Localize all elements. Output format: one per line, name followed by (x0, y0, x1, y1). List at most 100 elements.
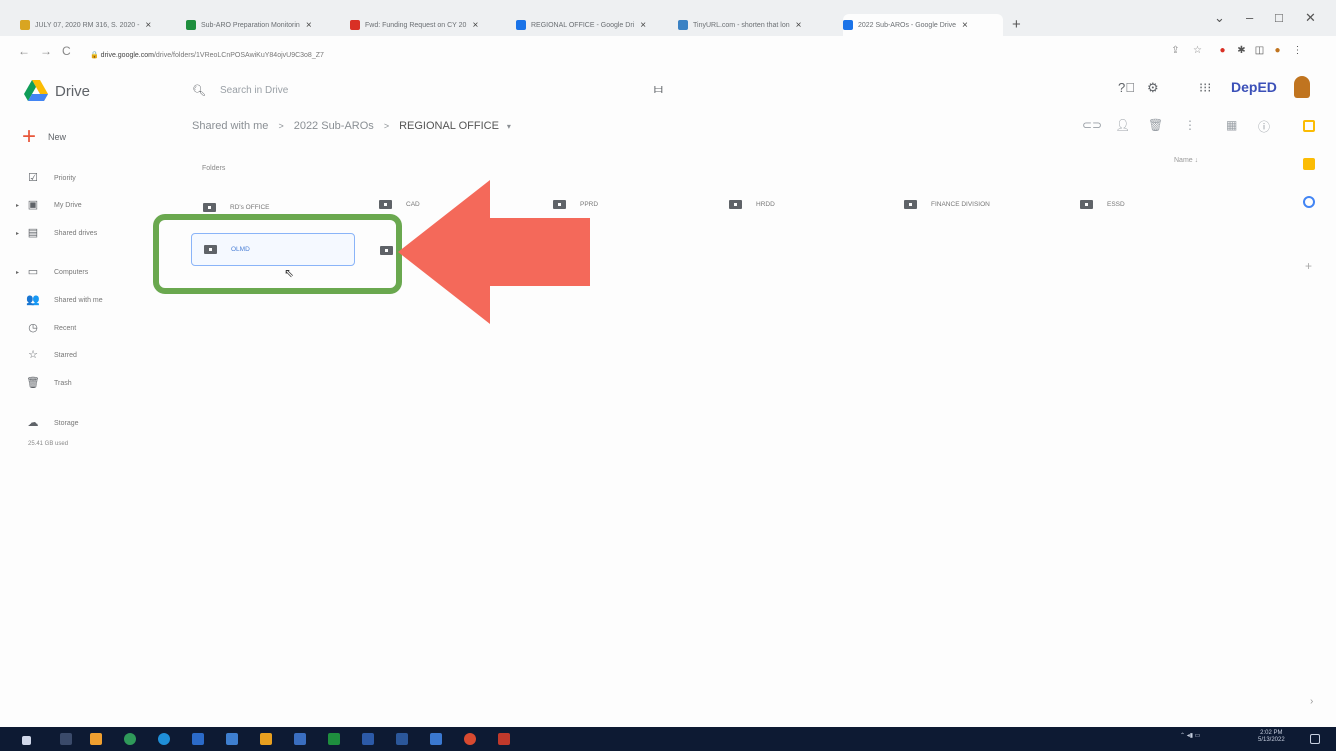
search-placeholder[interactable]: Search in Drive (220, 85, 288, 96)
taskbar-app-icon[interactable] (362, 733, 374, 745)
new-tab-button[interactable]: + (1012, 16, 1021, 33)
browser-tab[interactable]: 2022 Sub-AROs - Google Drive × (843, 14, 1003, 36)
share-page-icon[interactable]: ⇪ (1170, 45, 1181, 56)
deped-brand-logo: DepED (1231, 79, 1277, 95)
windows-start-icon[interactable] (22, 736, 31, 745)
google-drive-logo-icon[interactable] (24, 80, 48, 102)
details-info-icon[interactable]: ⓘ (1258, 118, 1270, 135)
sort-by-name-button[interactable]: Name ↓ (1174, 157, 1198, 164)
sidebar-item-my-drive[interactable]: ▸ ▣ My Drive (16, 198, 82, 212)
more-actions-icon[interactable]: ⋮ (1184, 118, 1196, 132)
tab-favicon-icon (843, 20, 853, 30)
account-avatar[interactable] (1294, 76, 1310, 98)
minimize-icon[interactable]: – (1246, 10, 1253, 25)
tab-close-icon[interactable]: × (796, 20, 802, 31)
browser-tab[interactable]: REGIONAL OFFICE - Google Dri × (516, 14, 674, 36)
tab-close-icon[interactable]: × (306, 20, 312, 31)
browser-menu-icon[interactable]: ⋮ (1292, 45, 1303, 56)
folder-item[interactable]: ESSD (1080, 196, 1125, 212)
profile-avatar-icon[interactable]: ● (1272, 45, 1283, 56)
settings-gear-icon[interactable]: ⚙ (1147, 80, 1159, 96)
tab-search-chevron-icon[interactable]: ⌄ (1214, 10, 1225, 26)
new-button[interactable]: + New (22, 125, 66, 149)
taskbar-app-icon[interactable] (294, 733, 306, 745)
folder-item[interactable]: HRDD (729, 196, 775, 212)
search-options-icon[interactable]: ⧦ (654, 80, 663, 97)
drive-app-name[interactable]: Drive (55, 83, 90, 100)
tab-close-icon[interactable]: × (962, 20, 968, 31)
folder-name: OLMD (231, 246, 250, 253)
calendar-icon[interactable] (1303, 120, 1315, 132)
help-icon[interactable]: ?⃝ (1118, 80, 1135, 95)
taskbar-app-icon[interactable] (464, 733, 476, 745)
edge-taskbar-icon[interactable] (158, 733, 170, 745)
sidebar-item-storage[interactable]: ☁ Storage (16, 416, 79, 430)
tasks-icon[interactable] (1303, 196, 1315, 208)
browser-tab[interactable]: Fwd: Funding Request on CY 20 × (350, 14, 505, 36)
folder-item[interactable]: FINANCE DIVISION (904, 196, 990, 212)
extensions-puzzle-icon[interactable]: ✱ (1236, 45, 1247, 56)
taskbar-app-icon[interactable] (430, 733, 442, 745)
shared-folder-icon (380, 245, 393, 255)
sidebar-item-shared-drives[interactable]: ▸ ▤ Shared drives (16, 226, 97, 240)
sidebar-item-starred[interactable]: ☆ Starred (16, 348, 77, 362)
chevron-down-icon[interactable]: ▾ (507, 122, 511, 131)
search-taskbar-icon[interactable] (60, 733, 72, 745)
extension-red-icon[interactable]: ● (1217, 45, 1228, 56)
folder-olmd[interactable]: OLMD (191, 233, 355, 266)
taskbar-app-icon[interactable] (90, 733, 102, 745)
list-view-icon[interactable]: ▦ (1226, 118, 1237, 132)
taskbar-app-icon[interactable] (226, 733, 238, 745)
bookmark-star-icon[interactable]: ☆ (1192, 45, 1203, 56)
tab-close-icon[interactable]: × (640, 20, 646, 31)
sidebar-toggle-icon[interactable]: ◫ (1254, 45, 1265, 56)
sidebar-item-shared-with-me[interactable]: 👥 Shared with me (16, 293, 103, 307)
notifications-icon[interactable] (1310, 734, 1320, 744)
expand-arrow-icon[interactable]: ▸ (16, 269, 26, 276)
forward-icon[interactable]: → (40, 44, 52, 58)
sidebar-item-label: Shared drives (54, 229, 98, 237)
expand-arrow-icon[interactable]: ▸ (16, 230, 26, 237)
sidebar-item-label: My Drive (54, 201, 82, 209)
sidebar-item-recent[interactable]: ◷ Recent (16, 321, 76, 335)
sidebar-item-priority[interactable]: ☑ Priority (16, 171, 76, 185)
get-link-icon[interactable]: ⊂⊃ (1082, 118, 1102, 132)
search-icon[interactable]: 🔍︎ (192, 84, 206, 97)
tab-close-icon[interactable]: × (145, 20, 151, 31)
shared-folder-icon (204, 245, 217, 254)
browser-tab[interactable]: TinyURL.com - shorten that lon × (678, 14, 830, 36)
word-taskbar-icon[interactable] (396, 733, 408, 745)
breadcrumb-separator: > (278, 121, 284, 131)
sidebar-item-trash[interactable]: 🗑 Trash (16, 376, 72, 390)
trash-icon[interactable]: 🗑︎ (1148, 118, 1163, 132)
shared-folder-icon (904, 199, 917, 209)
breadcrumb-regional-office[interactable]: REGIONAL OFFICE (399, 120, 499, 132)
add-addon-icon[interactable]: + (1305, 259, 1312, 273)
expand-arrow-icon[interactable]: ▸ (16, 202, 26, 209)
reload-icon[interactable]: C (62, 44, 71, 58)
apps-grid-icon[interactable]: ⁝⁝⁝ (1199, 80, 1211, 96)
browser-tab[interactable]: JULY 07, 2020 RM 316, S. 2020 - × (20, 14, 180, 36)
folder-item[interactable]: RD's OFFICE (203, 199, 270, 215)
chrome-taskbar-icon[interactable] (124, 733, 136, 745)
maximize-icon[interactable]: □ (1275, 10, 1283, 25)
sidebar-item-computers[interactable]: ▸ ▭ Computers (16, 265, 88, 279)
excel-taskbar-icon[interactable] (328, 733, 340, 745)
url-field[interactable]: 🔒 drive.google.com/drive/folders/1VReoLC… (90, 51, 324, 59)
breadcrumb-shared-with-me[interactable]: Shared with me (192, 120, 268, 132)
browser-tab[interactable]: Sub-ARO Preparation Monitorin × (186, 14, 338, 36)
tab-close-icon[interactable]: × (472, 20, 478, 31)
breadcrumb-2022-sub-aros[interactable]: 2022 Sub-AROs (294, 120, 374, 132)
share-person-icon[interactable]: 👤︎ (1115, 118, 1130, 132)
close-window-icon[interactable]: ✕ (1305, 10, 1316, 26)
taskbar-app-icon[interactable] (192, 733, 204, 745)
chevron-right-icon[interactable]: › (1310, 696, 1313, 707)
system-tray-icons[interactable]: ⌃ ◂▮ ▭ (1180, 733, 1200, 740)
file-explorer-taskbar-icon[interactable] (260, 733, 272, 745)
taskbar-app-icon[interactable] (498, 733, 510, 745)
keep-icon[interactable] (1303, 158, 1315, 170)
taskbar-clock[interactable]: 2:02 PM 5/13/2022 (1258, 730, 1285, 744)
red-arrow-annotation (398, 180, 590, 324)
back-icon[interactable]: ← (18, 44, 30, 58)
search-bar[interactable]: 🔍︎ Search in Drive (192, 80, 662, 100)
